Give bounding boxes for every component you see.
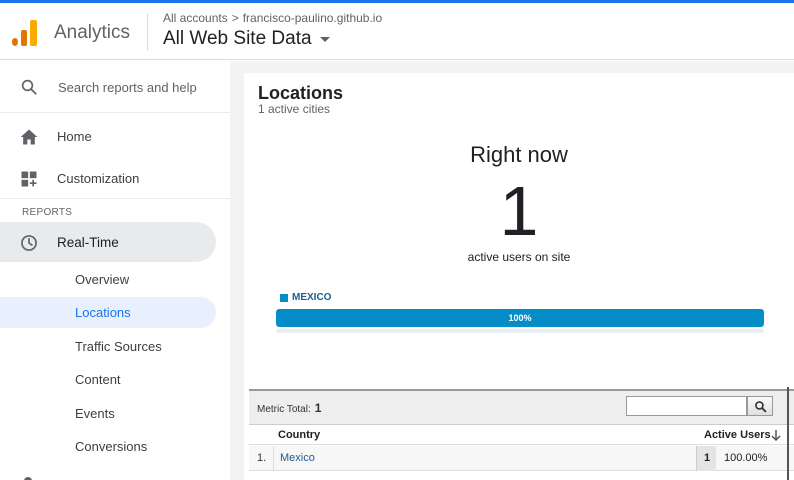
- person-icon: [24, 477, 32, 480]
- sort-down-icon[interactable]: [771, 429, 781, 441]
- sidebar-subitem-content[interactable]: Content: [0, 364, 216, 395]
- cell-divider: [273, 446, 274, 471]
- table-row: 1. Mexico 1 100.00%: [249, 446, 794, 471]
- chevron-down-icon: [319, 36, 330, 42]
- section-divider: [0, 198, 230, 199]
- legend-swatch: [280, 293, 288, 302]
- column-header-active-users[interactable]: Active Users: [704, 429, 771, 441]
- table-search-input[interactable]: [626, 396, 747, 416]
- page-subtitle: 1 active cities: [258, 102, 331, 116]
- home-icon: [20, 129, 38, 145]
- active-users-value: 1: [704, 452, 711, 464]
- row-index: 1.: [257, 452, 267, 464]
- breadcrumb: All accounts > francisco-paulino.github.io: [163, 11, 382, 25]
- country-link[interactable]: Mexico: [280, 452, 315, 464]
- sidebar-subitem-events[interactable]: Events: [0, 398, 216, 429]
- page-title: Locations: [258, 83, 344, 103]
- sidebar-subitem-label: Conversions: [75, 439, 148, 454]
- active-users-percent: 100.00%: [724, 452, 768, 464]
- country-legend: MEXICO: [280, 292, 331, 303]
- table-search-button[interactable]: [747, 396, 773, 416]
- main-top-strip: [244, 61, 794, 73]
- metric-total-value: 1: [314, 401, 322, 415]
- bar-shadow: [276, 329, 764, 333]
- right-now-label: Right now: [470, 142, 568, 167]
- breadcrumb-all-accounts[interactable]: All accounts: [163, 11, 228, 25]
- locations-table: Metric Total: 1 Country Active Users 1. M…: [249, 389, 794, 480]
- sidebar-subitem-label: Events: [75, 406, 115, 421]
- sidebar-subitem-conversions[interactable]: Conversions: [0, 431, 216, 462]
- sidebar-item-label: Home: [57, 128, 92, 144]
- country-share-bar[interactable]: 100%: [276, 309, 764, 327]
- reports-section-label: REPORTS: [22, 207, 73, 218]
- active-users-count: 1: [499, 172, 539, 250]
- sidebar-subitem-label: Overview: [75, 272, 130, 287]
- clock-icon: [21, 235, 37, 251]
- sidebar-subitem-label: Locations: [75, 305, 131, 320]
- column-header-country[interactable]: Country: [278, 429, 320, 441]
- header-divider: [147, 13, 148, 51]
- sidebar-subitem-locations[interactable]: Locations: [0, 297, 216, 328]
- table-header: Country Active Users: [249, 425, 794, 445]
- legend-label: MEXICO: [292, 292, 332, 303]
- country-share-bar-label: 100%: [508, 313, 532, 323]
- customization-icon: [21, 171, 37, 187]
- metric-total-label: Metric Total:: [257, 404, 311, 415]
- sidebar-subitem-traffic-sources[interactable]: Traffic Sources: [0, 331, 216, 362]
- breadcrumb-property[interactable]: francisco-paulino.github.io: [243, 11, 382, 25]
- view-selector[interactable]: All Web Site Data: [163, 28, 330, 50]
- sidebar-item-label: Real-Time: [57, 234, 119, 250]
- main-content: Locations 1 active cities Right now 1 ac…: [244, 61, 794, 480]
- sidebar-subitem-label: Traffic Sources: [75, 339, 162, 354]
- metric-total-bar: Metric Total: 1: [249, 391, 794, 425]
- breadcrumb-separator: >: [231, 11, 239, 25]
- sidebar-item-label: Customization: [57, 170, 140, 186]
- sidebar-item-realtime[interactable]: Real-Time: [0, 222, 216, 262]
- analytics-app: Analytics All accounts > francisco-paulino…: [0, 0, 794, 480]
- table-right-edge: [787, 387, 789, 480]
- analytics-logo-icon[interactable]: [12, 18, 38, 46]
- app-name: Analytics: [54, 22, 131, 43]
- content-gutter: [230, 61, 244, 480]
- sidebar-item-customization[interactable]: Customization: [0, 158, 216, 198]
- search-input[interactable]: [58, 75, 223, 99]
- app-header: Analytics All accounts > francisco-paulino…: [0, 3, 794, 60]
- metric-total: Metric Total: 1: [257, 401, 321, 415]
- search-icon: [755, 401, 767, 413]
- sidebar: Home Customization REPORTS Real-Time Ove…: [0, 61, 230, 480]
- search-icon: [21, 79, 37, 95]
- sidebar-subitem-label: Content: [75, 372, 121, 387]
- sidebar-subitem-overview[interactable]: Overview: [0, 264, 216, 295]
- sidebar-search: [0, 61, 230, 113]
- sidebar-item-home[interactable]: Home: [0, 116, 216, 156]
- active-users-caption: active users on site: [467, 250, 571, 264]
- view-name: All Web Site Data: [163, 28, 312, 49]
